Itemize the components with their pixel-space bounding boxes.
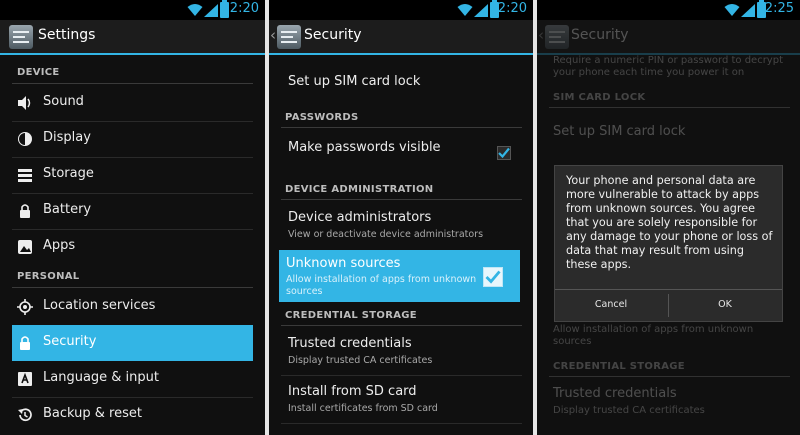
pref-summary: Display trusted CA certificates	[288, 355, 433, 366]
set-up-sim-lock[interactable]: Set up SIM card lock	[281, 58, 522, 108]
pref-summary: Allow installation of apps from unknown	[286, 274, 477, 285]
restore-icon	[18, 408, 32, 422]
pref-summary-line2: sources	[553, 336, 592, 347]
pref-summary: View or deactivate device administrators	[288, 229, 484, 240]
settings-icon[interactable]	[277, 25, 301, 49]
nav-item-label: Display	[43, 130, 91, 145]
nav-item-display[interactable]: Display	[12, 121, 253, 157]
action-bar: ‹ Security	[537, 20, 800, 55]
nav-item-label: Apps	[43, 238, 76, 253]
pref-title: Trusted credentials	[553, 386, 677, 401]
section-header-device: DEVICE	[17, 67, 60, 78]
wifi-icon	[457, 4, 473, 16]
up-caret-icon[interactable]: ‹	[270, 26, 276, 44]
dialog-message: Your phone and personal data are more vu…	[566, 174, 773, 271]
page-title: Settings	[38, 27, 96, 43]
status-bar: 12:25	[537, 0, 800, 20]
section-header-sim-card-lock: SIM CARD LOCK	[553, 92, 646, 103]
nav-item-battery[interactable]: Battery	[12, 193, 253, 229]
lock-icon	[20, 336, 30, 350]
settings-icon[interactable]	[9, 25, 33, 49]
action-bar: Settings	[0, 20, 265, 55]
device-administrators[interactable]: Device administrators View or deactivate…	[281, 202, 522, 248]
nav-item-label: Storage	[43, 166, 94, 181]
storage-icon	[18, 169, 32, 182]
pref-title: Device administrators	[288, 210, 432, 225]
section-header-passwords: PASSWORDS	[285, 112, 359, 123]
trusted-credentials[interactable]: Trusted credentials Display trusted CA c…	[281, 328, 522, 374]
status-bar: 12:20	[0, 0, 265, 20]
pref-summary-line2: sources	[286, 286, 323, 297]
page-title: Security	[571, 27, 629, 43]
pref-title: Install from SD card	[288, 384, 417, 399]
nav-item-label: Sound	[43, 94, 84, 109]
wifi-icon	[187, 4, 203, 16]
section-header-personal: PERSONAL	[17, 271, 80, 282]
section-header-credential-storage: CREDENTIAL STORAGE	[553, 361, 685, 372]
nav-item-location-services[interactable]: Location services	[12, 289, 253, 325]
nav-item-sound[interactable]: Sound	[12, 85, 253, 121]
checkbox-checked-icon[interactable]	[497, 146, 511, 160]
pref-title: Set up SIM card lock	[553, 124, 686, 139]
pref-title: Make passwords visible	[288, 140, 441, 155]
status-bar: 12:20	[269, 0, 533, 20]
nav-item-language-input[interactable]: Language & input	[12, 361, 253, 397]
keyboard-icon	[18, 372, 32, 386]
dialog-button-bar: Cancel OK	[555, 289, 782, 321]
nav-item-label: Battery	[43, 202, 92, 217]
pref-title: Trusted credentials	[288, 336, 412, 351]
signal-icon	[204, 4, 218, 17]
section-header-device-administration: DEVICE ADMINISTRATION	[285, 184, 434, 195]
nav-item-security[interactable]: Security	[12, 325, 253, 361]
pref-summary-line2: your phone each time you power it on	[553, 67, 745, 78]
signal-icon	[474, 4, 488, 17]
clock: 12:20	[489, 1, 527, 16]
brightness-icon	[18, 132, 32, 146]
make-passwords-visible[interactable]: Make passwords visible	[281, 128, 522, 178]
security-screen: 12:20 ‹ Security Set up SIM card lock PA…	[269, 0, 533, 435]
apps-icon	[18, 240, 32, 254]
lock-battery-icon	[20, 204, 30, 218]
pref-title: Set up SIM card lock	[288, 74, 421, 89]
install-from-sd-card[interactable]: Install from SD card Install certificate…	[281, 376, 522, 422]
action-bar: ‹ Security	[269, 20, 533, 55]
nav-item-label: Security	[43, 334, 97, 349]
pref-summary: Allow installation of apps from unknown	[553, 324, 754, 335]
signal-icon	[741, 4, 755, 17]
page-title: Security	[304, 27, 362, 43]
up-caret-icon: ‹	[538, 26, 544, 44]
cancel-button[interactable]: Cancel	[555, 290, 667, 321]
nav-item-label: Backup & reset	[43, 406, 142, 421]
unknown-sources[interactable]: Unknown sources Allow installation of ap…	[279, 250, 520, 302]
settings-screen: 12:20 Settings DEVICE Sound Display Stor…	[0, 0, 265, 435]
nav-item-storage[interactable]: Storage	[12, 157, 253, 193]
nav-item-label: Language & input	[43, 370, 159, 385]
pref-summary: Install certificates from SD card	[288, 403, 438, 414]
settings-icon	[545, 25, 569, 49]
ok-button[interactable]: OK	[669, 290, 781, 321]
location-icon	[17, 299, 33, 315]
nav-item-label: Location services	[43, 298, 156, 313]
clock: 12:20	[221, 1, 259, 16]
clock: 12:25	[756, 1, 794, 16]
unknown-sources-warning-dialog: Your phone and personal data are more vu…	[554, 165, 783, 322]
section-header-credential-storage: CREDENTIAL STORAGE	[285, 310, 417, 321]
pref-summary: Display trusted CA certificates	[553, 405, 705, 416]
nav-item-backup-reset[interactable]: Backup & reset	[12, 397, 253, 433]
checkbox-checked-icon[interactable]	[483, 267, 503, 287]
pref-summary: Require a numeric PIN or password to dec…	[553, 55, 783, 66]
wifi-icon	[724, 4, 740, 16]
pref-title: Unknown sources	[286, 256, 401, 271]
speaker-icon	[18, 96, 31, 110]
nav-item-apps[interactable]: Apps	[12, 229, 253, 265]
